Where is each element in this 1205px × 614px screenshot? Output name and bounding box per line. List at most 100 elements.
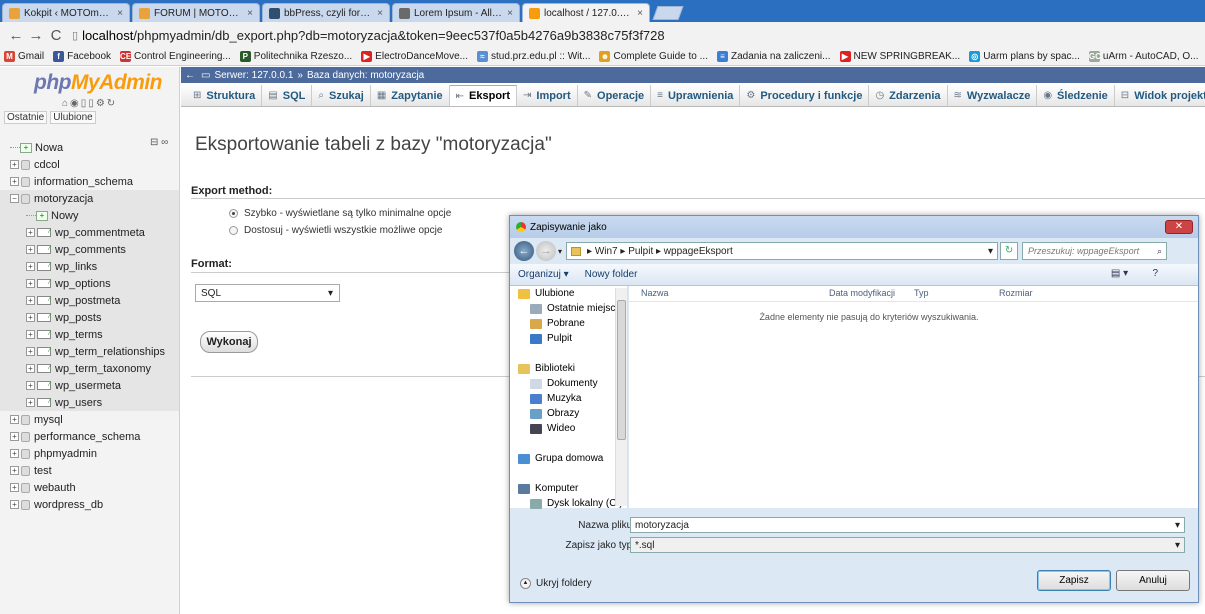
radio-custom[interactable]: Dostosuj - wyświetli wszystkie możliwe o… — [229, 225, 442, 236]
tab-procedury-i-funkcje[interactable]: ⚙ Procedury i funkcje — [740, 85, 870, 106]
new-tab-button[interactable] — [652, 6, 684, 20]
expand-icon[interactable]: + — [26, 347, 35, 356]
expand-icon[interactable]: + — [26, 330, 35, 339]
tree-item[interactable]: + ⁄ wp_options — [0, 275, 179, 292]
filetype-select[interactable]: *.sql ▾ — [630, 537, 1185, 553]
tab-uprawnienia[interactable]: ≡ Uprawnienia — [651, 85, 741, 106]
close-button[interactable]: ✕ — [1165, 220, 1193, 234]
tab-śledzenie[interactable]: ◉ Śledzenie — [1037, 85, 1115, 106]
tree-item[interactable]: + ⁄ wp_usermeta — [0, 377, 179, 394]
nav-item[interactable]: Ulubione — [510, 286, 627, 301]
exit-icon[interactable]: ◉ — [70, 98, 79, 109]
bookmark[interactable]: f Facebook — [53, 51, 111, 62]
col-type[interactable]: Typ — [914, 288, 929, 298]
col-modified[interactable]: Data modyfikacji — [829, 288, 895, 298]
format-select[interactable]: SQL ▾ — [195, 284, 340, 302]
breadcrumb-server[interactable]: Serwer: 127.0.0.1 — [214, 70, 293, 81]
back-icon[interactable]: ← — [514, 241, 534, 261]
tab-struktura[interactable]: ⊞ Struktura — [187, 85, 263, 106]
bookmark[interactable]: M Gmail — [4, 51, 44, 62]
path-segment[interactable]: wppageEksport — [664, 246, 733, 257]
cancel-button[interactable]: Anuluj — [1116, 570, 1190, 591]
phpmyadmin-logo[interactable]: phpMyAdmin — [34, 71, 162, 95]
expand-icon[interactable]: + — [26, 279, 35, 288]
go-button[interactable]: Wykonaj — [200, 331, 258, 353]
tree-item[interactable]: + ⁄ wp_users — [0, 394, 179, 411]
col-name[interactable]: Nazwa — [641, 288, 669, 298]
expand-icon[interactable]: − — [10, 194, 19, 203]
radio-quick[interactable]: Szybko - wyświetlane są tylko minimalne … — [229, 208, 451, 219]
help-icon[interactable]: ? — [1152, 268, 1158, 279]
tab-eksport[interactable]: ⇤ Eksport — [449, 85, 518, 106]
tree-item[interactable]: + ⁄ wp_term_taxonomy — [0, 360, 179, 377]
expand-icon[interactable]: + — [10, 432, 19, 441]
tree-item[interactable]: + ⁄ wp_commentmeta — [0, 224, 179, 241]
bookmark[interactable]: ≈ stud.prz.edu.pl :: Wit... — [477, 51, 590, 62]
tree-item[interactable]: + webauth — [0, 479, 179, 496]
nav-scrollbar-thumb[interactable] — [617, 300, 626, 440]
breadcrumb-db[interactable]: Baza danych: motoryzacja — [307, 70, 424, 81]
close-tab-icon[interactable]: × — [377, 8, 383, 19]
new-folder-button[interactable]: Nowy folder — [585, 269, 638, 280]
expand-icon[interactable]: + — [26, 245, 35, 254]
dialog-path-bar[interactable]: ▸ Win7 ▸ Pulpit ▸ wppageEksport ▾ — [566, 242, 999, 260]
tree-item[interactable]: + ⁄ wp_comments — [0, 241, 179, 258]
nav-item[interactable]: Obrazy — [510, 406, 627, 421]
expand-icon[interactable]: + — [26, 228, 35, 237]
expand-icon[interactable]: + — [26, 398, 35, 407]
tab-recent[interactable]: Ostatnie — [4, 111, 48, 124]
tab-wyzwalacze[interactable]: ≋ Wyzwalacze — [948, 85, 1038, 106]
tree-item[interactable]: − motoryzacja — [0, 190, 179, 207]
home-icon[interactable]: ⌂ — [62, 98, 68, 109]
chevron-down-icon[interactable]: ▾ — [1175, 520, 1180, 531]
nav-item[interactable]: Pulpit — [510, 331, 627, 346]
tree-item[interactable]: + information_schema — [0, 173, 179, 190]
radio-custom-circle[interactable] — [229, 226, 238, 235]
bookmark[interactable]: ▶ ElectroDanceMove... — [361, 51, 468, 62]
expand-icon[interactable]: + — [10, 177, 19, 186]
forward-icon[interactable]: → — [26, 27, 46, 44]
expand-icon[interactable]: + — [10, 483, 19, 492]
path-segment[interactable]: Win7 — [595, 246, 618, 257]
tab-operacje[interactable]: ✎ Operacje — [578, 85, 652, 106]
expand-icon[interactable]: + — [26, 296, 35, 305]
nav-item[interactable]: Pobrane — [510, 316, 627, 331]
tree-item[interactable]: + ⁄ wp_term_relationships — [0, 343, 179, 360]
path-dropdown-icon[interactable]: ▾ — [988, 246, 993, 257]
browser-tab[interactable]: bbPress, czyli forum dla× — [262, 3, 390, 22]
close-tab-icon[interactable]: × — [117, 8, 123, 19]
bookmark[interactable]: ▶ NEW SPRINGBREAK... — [839, 51, 960, 62]
expand-icon[interactable]: + — [26, 313, 35, 322]
tree-item[interactable]: + wordpress_db — [0, 496, 179, 513]
expand-icon[interactable]: + — [10, 415, 19, 424]
path-segment[interactable]: Pulpit — [628, 246, 653, 257]
nav-item[interactable]: Muzyka — [510, 391, 627, 406]
tree-item[interactable]: + performance_schema — [0, 428, 179, 445]
reload-nav-icon[interactable]: ↻ — [107, 98, 115, 109]
browser-tab[interactable]: Lorem Ipsum - All the fact × — [392, 3, 520, 22]
tree-item[interactable]: + ⁄ wp_postmeta — [0, 292, 179, 309]
nav-item[interactable]: Dokumenty — [510, 376, 627, 391]
bookmark[interactable]: ☻ Complete Guide to ... — [599, 51, 708, 62]
docs-icon[interactable]: ▯ — [81, 98, 87, 109]
bookmark[interactable]: GC uArm - AutoCAD, O... — [1088, 51, 1199, 62]
close-tab-icon[interactable]: × — [637, 8, 643, 19]
tree-item[interactable]: + Nowy — [0, 207, 179, 224]
back-icon[interactable]: ← — [6, 27, 26, 44]
tab-szukaj[interactable]: ⌕ Szukaj — [312, 85, 371, 106]
bookmark[interactable]: ≡ Zadania na zaliczeni... — [716, 51, 831, 62]
nav-item[interactable]: Ostatnie miejsca — [510, 301, 627, 316]
tab-zdarzenia[interactable]: ◷ Zdarzenia — [869, 85, 948, 106]
filename-input[interactable]: motoryzacja ▾ — [630, 517, 1185, 533]
tab-zapytanie[interactable]: ▦ Zapytanie — [371, 85, 450, 106]
tree-item[interactable]: + cdcol — [0, 156, 179, 173]
organize-button[interactable]: Organizuj ▾ — [518, 269, 569, 280]
view-options-icon[interactable]: ▤ ▾ — [1111, 268, 1128, 279]
close-tab-icon[interactable]: × — [507, 8, 513, 19]
nav-item[interactable]: Biblioteki — [510, 361, 627, 376]
tree-item[interactable]: + ⁄ wp_posts — [0, 309, 179, 326]
expand-icon[interactable]: + — [10, 500, 19, 509]
tree-item[interactable]: + test — [0, 462, 179, 479]
collapse-arrow-icon[interactable]: ← — [185, 70, 195, 81]
reload-icon[interactable]: C — [46, 27, 66, 44]
